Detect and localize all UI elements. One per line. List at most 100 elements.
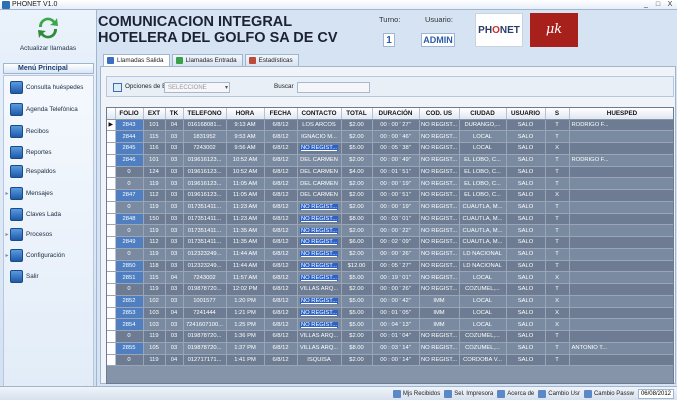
table-row[interactable]: 0 119 04 012717171... 1:41 PM 6/8/12 ISQUISA $2… <box>107 354 673 367</box>
maximize-button[interactable]: □ <box>653 0 663 9</box>
row-selector[interactable] <box>107 213 116 226</box>
menu-item-phonebook[interactable]: Agenda Telefónica <box>4 99 95 119</box>
contact-link[interactable]: NO REGIST... <box>299 227 339 234</box>
close-button[interactable]: X <box>665 0 675 9</box>
row-selector[interactable] <box>107 248 116 261</box>
column-header[interactable]: HUESPED <box>569 108 673 120</box>
column-header[interactable]: TELEFONO <box>183 108 227 120</box>
table-row[interactable]: 2848 150 03 017351411... 11:23 AM 6/8/12 NO RE… <box>107 213 673 226</box>
menu-item-guests[interactable]: Consulta huéspedes <box>4 77 95 97</box>
table-row[interactable]: 2851 115 04 7243002 11:57 AM 6/8/12 NO REGIST.… <box>107 271 673 284</box>
table-row[interactable]: 0 119 03 019616123... 11:05 AM 6/8/12 DEL CARM… <box>107 177 673 190</box>
row-selector[interactable] <box>107 177 116 190</box>
column-header[interactable]: TK <box>165 108 184 120</box>
contact-link[interactable]: NO REGIST... <box>299 298 339 305</box>
column-header[interactable]: HORA <box>226 108 265 120</box>
menu-item-backups[interactable]: Respaldos <box>4 161 95 181</box>
row-selector[interactable] <box>107 224 116 237</box>
change-password-button[interactable]: Cambio Passw <box>583 389 634 398</box>
column-header[interactable]: EXT <box>143 108 166 120</box>
table-row[interactable]: 2853 103 04 7241444 1:21 PM 6/8/12 NO REGIST..… <box>107 307 673 320</box>
table-row[interactable]: 2845 116 03 7243002 9:56 AM 6/8/12 NO REGIST..… <box>107 142 673 155</box>
column-header[interactable]: CIUDAD <box>459 108 507 120</box>
select-printer-button[interactable]: Sel. Impresora <box>444 389 493 398</box>
tab-outgoing-calls[interactable]: Llamadas Salida <box>103 54 170 66</box>
contact-link[interactable]: NO REGIST... <box>299 251 339 258</box>
column-header[interactable]: FOLIO <box>115 108 144 120</box>
row-selector[interactable] <box>107 154 116 167</box>
contact-link[interactable]: NO REGIST... <box>299 309 339 316</box>
menu-item-receipts[interactable]: Recibos <box>4 121 95 141</box>
table-row[interactable]: 0 119 03 012323249... 11:44 AM 6/8/12 NO REGIS… <box>107 248 673 261</box>
column-header[interactable]: FECHA <box>264 108 298 120</box>
table-row[interactable]: 2846 101 03 019616123... 10:52 AM 6/8/12 DEL C… <box>107 154 673 167</box>
table-cell: CORDOBA V... <box>459 354 507 367</box>
row-selector[interactable] <box>107 236 116 249</box>
table-cell: 9:53 AM <box>226 130 265 143</box>
table-cell: NO REGIST... <box>419 213 460 226</box>
column-header[interactable]: DURACIÓN <box>372 108 420 120</box>
tab-incoming-calls[interactable]: Llamadas Entrada <box>171 54 243 66</box>
table-row[interactable]: 0 119 03 017351411... 11:23 AM 6/8/12 NO REGIS… <box>107 201 673 214</box>
contact-link[interactable]: NO REGIST... <box>299 215 339 222</box>
tab-statistics[interactable]: Estadísticas <box>244 54 299 66</box>
minimize-button[interactable]: _ <box>641 0 651 9</box>
row-selector[interactable] <box>107 318 116 331</box>
table-cell: 017351411... <box>183 213 227 226</box>
row-selector[interactable] <box>107 130 116 143</box>
row-selector[interactable] <box>107 201 116 214</box>
table-row[interactable]: 0 119 03 019878720... 1:36 PM 6/8/12 VILLAS AR… <box>107 330 673 343</box>
row-selector[interactable] <box>107 307 116 320</box>
menu-item-reports[interactable]: Reportes <box>4 142 95 162</box>
menu-item-exit[interactable]: Salir <box>4 266 95 286</box>
table-row[interactable]: 2852 102 03 1001577 1:20 PM 6/8/12 NO REGIST..… <box>107 295 673 308</box>
row-selector[interactable] <box>107 342 116 355</box>
contact-link[interactable]: NO REGIST... <box>299 204 339 211</box>
table-row[interactable]: 0 119 03 017351411... 11:35 AM 6/8/12 NO REGIS… <box>107 224 673 237</box>
contact-link[interactable]: NO REGIST... <box>299 145 339 152</box>
column-header[interactable]: S <box>545 108 570 120</box>
row-selector[interactable] <box>107 283 116 296</box>
row-selector[interactable] <box>107 142 116 155</box>
column-header[interactable]: CONTACTO <box>297 108 342 120</box>
menu-item-settings[interactable]: ▸ Configuración <box>4 245 95 265</box>
menu-item-area-codes[interactable]: Claves Lada <box>4 204 95 224</box>
contact-link[interactable]: NO REGIST... <box>299 239 339 246</box>
column-header[interactable] <box>107 108 116 120</box>
refresh-calls-button[interactable]: Actualizar llamadas <box>8 13 88 59</box>
column-header[interactable]: USUARIO <box>506 108 546 120</box>
table-cell: NO REGIST... <box>297 307 342 320</box>
row-selector[interactable] <box>107 260 116 273</box>
table-cell: 6/8/12 <box>264 177 298 190</box>
row-selector[interactable] <box>107 354 116 367</box>
table-cell: T <box>545 119 570 132</box>
table-row[interactable]: 2850 118 03 012323249... 11:44 AM 6/8/12 NO RE… <box>107 260 673 273</box>
search-input[interactable] <box>297 82 370 93</box>
contact-link[interactable]: NO REGIST... <box>299 274 339 281</box>
row-selector[interactable] <box>107 166 116 179</box>
row-selector[interactable] <box>107 189 116 202</box>
menu-item-processes[interactable]: ▸ Procesos <box>4 224 95 244</box>
table-row[interactable]: 2854 103 03 7241607100... 1:25 PM 6/8/12 NO RE… <box>107 318 673 331</box>
table-row[interactable]: 2844 115 03 1831952 9:53 AM 6/8/12 IGNACIO M..… <box>107 130 673 143</box>
column-header[interactable]: TOTAL <box>341 108 373 120</box>
menu-item-messages[interactable]: ▸ Mensajes <box>4 183 95 203</box>
table-row[interactable]: 2849 112 03 017351411... 11:35 AM 6/8/12 NO RE… <box>107 236 673 249</box>
table-cell: 102 <box>143 295 166 308</box>
about-button[interactable]: Acerca de <box>497 389 534 398</box>
table-row[interactable]: 0 119 03 019878720... 12:02 PM 6/8/12 VILLAS A… <box>107 283 673 296</box>
table-row[interactable]: 2855 105 03 019878720... 1:37 PM 6/8/12 VILLAS… <box>107 342 673 355</box>
table-row[interactable]: ▶ 2843 101 04 016168081... 9:13 AM 6/8/12 LOS A… <box>107 119 673 132</box>
table-row[interactable]: 0 124 03 019616123... 10:52 AM 6/8/12 DEL CARM… <box>107 166 673 179</box>
row-selector[interactable] <box>107 330 116 343</box>
change-user-button[interactable]: Cambio Usr <box>538 389 580 398</box>
contact-link[interactable]: NO REGIST... <box>299 262 339 269</box>
contact-link[interactable]: NO REGIST... <box>299 321 339 328</box>
table-row[interactable]: 2847 112 03 019616123... 11:05 AM 6/8/12 DEL C… <box>107 189 673 202</box>
row-selector[interactable] <box>107 271 116 284</box>
row-selector[interactable]: ▶ <box>107 119 116 132</box>
received-messages-button[interactable]: Mjs Recibidos <box>392 389 440 398</box>
column-header[interactable]: COD. US <box>419 108 460 120</box>
row-selector[interactable] <box>107 295 116 308</box>
search-option-select[interactable]: SELECCIONE ▾ <box>164 82 230 93</box>
